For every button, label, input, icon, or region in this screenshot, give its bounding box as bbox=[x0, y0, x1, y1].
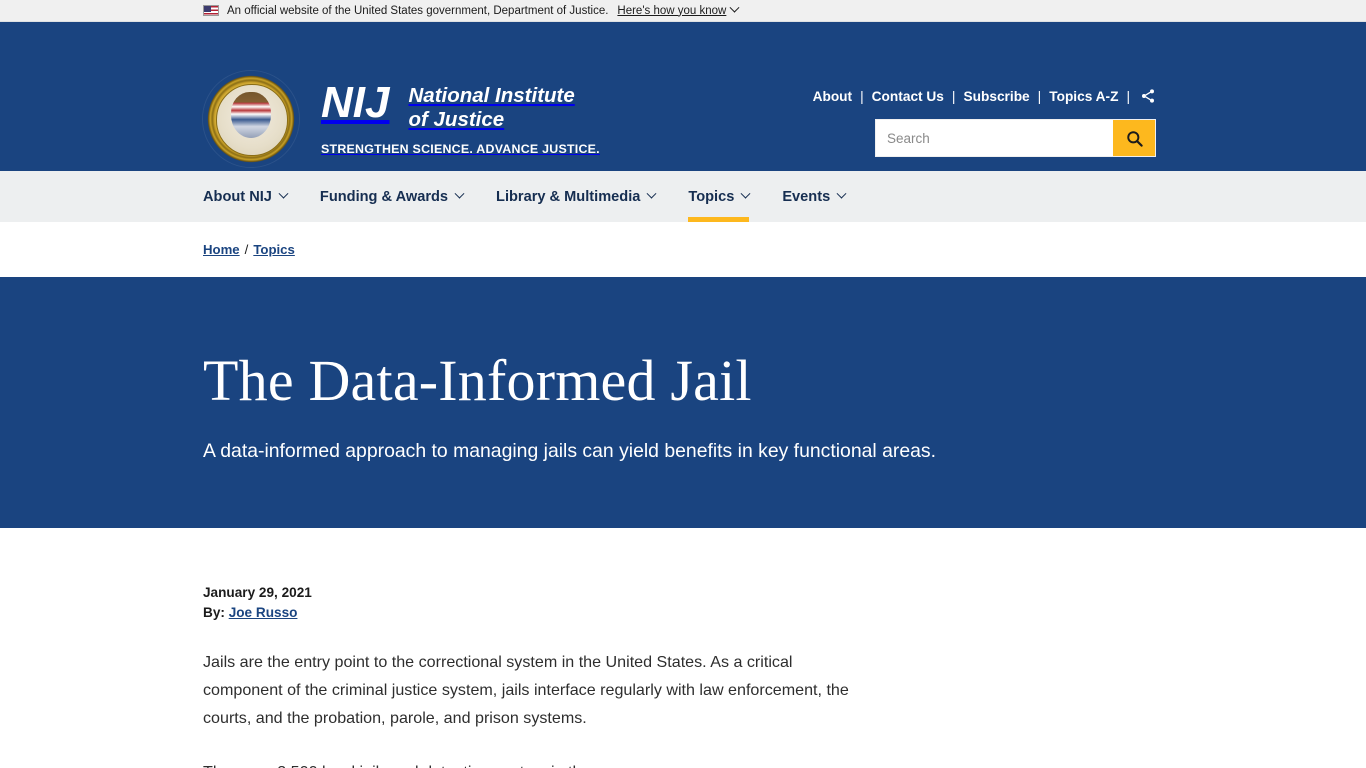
site-search-form bbox=[875, 119, 1156, 157]
hero-banner: The Data-Informed Jail A data-informed a… bbox=[0, 277, 1366, 528]
search-button[interactable] bbox=[1113, 120, 1155, 156]
site-header: NIJ National Institute of Justice STRENG… bbox=[0, 22, 1366, 171]
nav-item-funding-awards[interactable]: Funding & Awards bbox=[319, 171, 465, 222]
nav-label-topics: Topics bbox=[688, 188, 735, 205]
utility-navigation: About | Contact Us | Subscribe | Topics … bbox=[813, 88, 1156, 104]
nav-item-events[interactable]: Events bbox=[782, 171, 847, 222]
breadcrumb: Home / Topics bbox=[0, 222, 1366, 277]
nij-name-line2: of Justice bbox=[408, 108, 505, 131]
nav-item-topics[interactable]: Topics bbox=[688, 171, 751, 222]
article-paragraph-2: There are 3,500 local jails and detentio… bbox=[203, 759, 655, 768]
page-subtitle: A data-informed approach to managing jai… bbox=[203, 439, 936, 462]
article-byline: By: Joe Russo bbox=[203, 603, 875, 623]
breadcrumb-separator: / bbox=[244, 242, 249, 257]
utility-link-about[interactable]: About bbox=[813, 89, 853, 104]
share-icon[interactable] bbox=[1140, 88, 1156, 104]
page-title: The Data-Informed Jail bbox=[203, 348, 752, 413]
nij-acronym: NIJ bbox=[321, 78, 390, 128]
doj-seal-icon bbox=[203, 71, 299, 167]
chevron-down-icon bbox=[729, 2, 740, 13]
search-input[interactable] bbox=[876, 120, 1113, 156]
utility-separator: | bbox=[1126, 88, 1130, 104]
article-paragraph-1: Jails are the entry point to the correct… bbox=[203, 653, 849, 727]
nav-label-about-nij: About NIJ bbox=[203, 188, 272, 205]
content-area: January 29, 2021 By: Joe Russo Jails are… bbox=[0, 528, 1366, 768]
chevron-down-icon bbox=[454, 188, 465, 199]
chevron-down-icon bbox=[740, 188, 751, 199]
nav-label-library-multimedia: Library & Multimedia bbox=[496, 188, 641, 205]
article-date: January 29, 2021 bbox=[203, 585, 312, 600]
chevron-down-icon bbox=[836, 188, 847, 199]
article-body: January 29, 2021 By: Joe Russo Jails are… bbox=[203, 528, 875, 768]
nav-item-library-multimedia[interactable]: Library & Multimedia bbox=[496, 171, 657, 222]
chevron-down-icon bbox=[646, 188, 657, 199]
byline-label: By: bbox=[203, 604, 225, 620]
nav-item-about-nij[interactable]: About NIJ bbox=[203, 171, 289, 222]
main-navigation: About NIJ Funding & Awards Library & Mul… bbox=[0, 171, 1366, 222]
heres-how-you-know-label: Here's how you know bbox=[617, 4, 727, 17]
article-author-link[interactable]: Joe Russo bbox=[229, 605, 298, 620]
site-logo-link[interactable]: NIJ National Institute of Justice STRENG… bbox=[203, 71, 600, 167]
breadcrumb-link-home[interactable]: Home bbox=[203, 242, 240, 257]
nij-tagline: STRENGTHEN SCIENCE. ADVANCE JUSTICE. bbox=[321, 141, 600, 156]
nij-name-line1: National Institute bbox=[408, 84, 575, 108]
nav-label-funding-awards: Funding & Awards bbox=[319, 188, 449, 205]
utility-separator: | bbox=[951, 88, 956, 104]
utility-link-topics-a-z[interactable]: Topics A-Z bbox=[1049, 89, 1118, 104]
breadcrumb-link-topics[interactable]: Topics bbox=[253, 242, 295, 257]
nav-label-events: Events bbox=[782, 188, 831, 205]
utility-separator: | bbox=[860, 88, 864, 104]
heres-how-you-know-link[interactable]: Here's how you know bbox=[617, 5, 726, 17]
utility-link-subscribe[interactable]: Subscribe bbox=[963, 89, 1029, 104]
utility-separator: | bbox=[1037, 88, 1042, 104]
government-banner-text: An official website of the United States… bbox=[227, 4, 609, 17]
chevron-down-icon bbox=[278, 188, 289, 199]
search-icon bbox=[1126, 130, 1143, 147]
utility-link-contact-us[interactable]: Contact Us bbox=[872, 89, 944, 104]
government-banner: An official website of the United States… bbox=[0, 0, 1366, 22]
us-flag-icon bbox=[203, 5, 219, 16]
